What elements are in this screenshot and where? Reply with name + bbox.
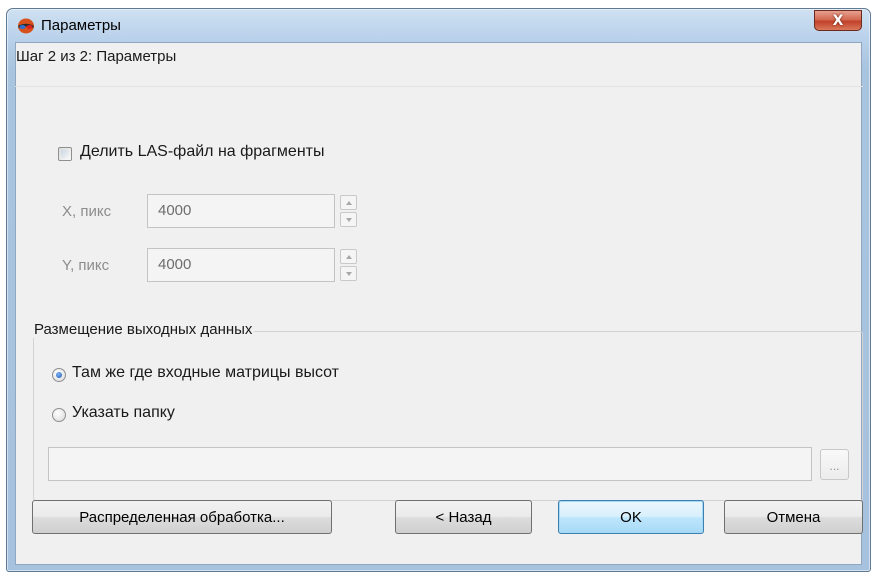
output-folder-input[interactable]	[48, 447, 812, 481]
custom-folder-label[interactable]: Указать папку	[72, 404, 175, 422]
y-increment-button[interactable]	[340, 249, 357, 264]
chevron-down-icon	[345, 217, 352, 222]
same-location-label[interactable]: Там же где входные матрицы высот	[72, 364, 339, 382]
output-group-title: Размещение выходных данных	[32, 321, 255, 338]
title-bar[interactable]: Параметры X	[7, 9, 870, 43]
close-icon: X	[832, 12, 844, 29]
header-separator	[15, 86, 863, 87]
x-size-input[interactable]: 4000	[147, 194, 335, 228]
y-decrement-button[interactable]	[340, 266, 357, 281]
x-decrement-button[interactable]	[340, 212, 357, 227]
cancel-button[interactable]: Отмена	[724, 500, 863, 534]
window-title: Параметры	[41, 17, 121, 34]
chevron-up-icon	[345, 254, 352, 259]
x-increment-button[interactable]	[340, 195, 357, 210]
browse-button[interactable]: ...	[820, 449, 849, 480]
step-title: Шаг 2 из 2: Параметры	[16, 48, 177, 65]
split-checkbox[interactable]	[58, 147, 72, 161]
stereo-glasses-icon	[18, 18, 34, 34]
chevron-up-icon	[345, 200, 352, 205]
x-size-stepper[interactable]	[340, 195, 357, 227]
distributed-processing-button[interactable]: Распределенная обработка...	[32, 500, 332, 534]
x-size-label: X, пикс	[62, 203, 112, 220]
ok-button[interactable]: OK	[558, 500, 704, 534]
y-size-stepper[interactable]	[340, 249, 357, 281]
split-checkbox-label[interactable]: Делить LAS-файл на фрагменты	[80, 143, 324, 161]
custom-folder-radio[interactable]	[52, 408, 66, 422]
y-size-input[interactable]: 4000	[147, 248, 335, 282]
back-button[interactable]: < Назад	[395, 500, 532, 534]
same-location-radio[interactable]	[52, 368, 66, 382]
y-size-label: Y, пикс	[62, 257, 110, 274]
chevron-down-icon	[345, 271, 352, 276]
close-button[interactable]: X	[814, 10, 862, 31]
